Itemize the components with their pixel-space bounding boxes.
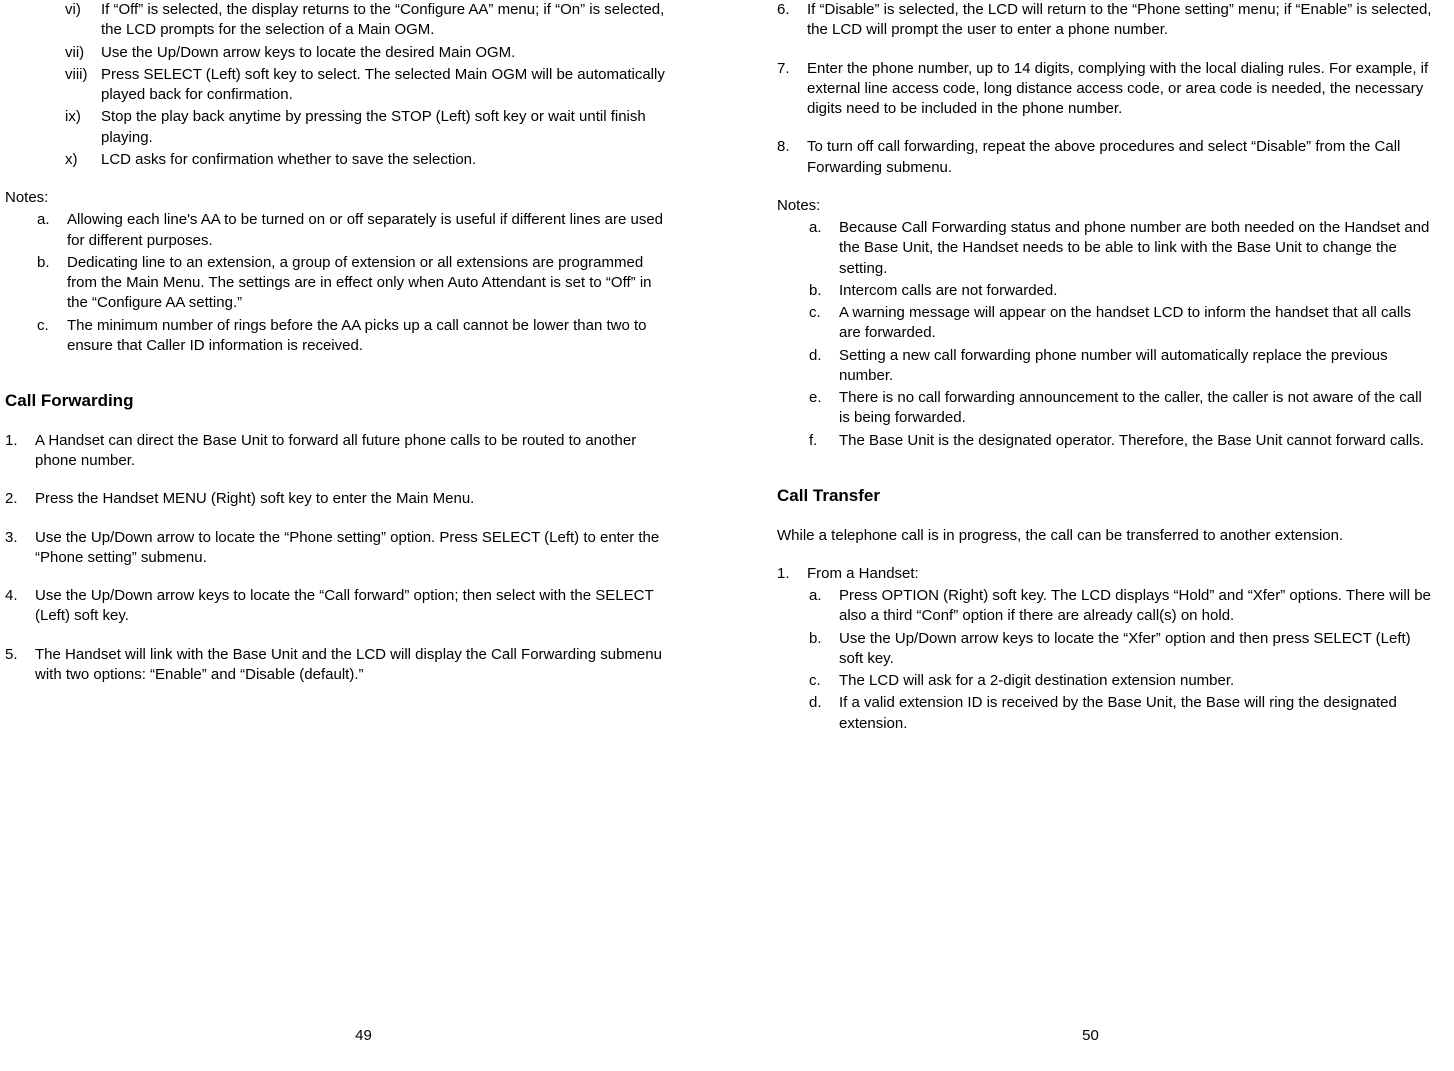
notes-label: Notes:: [5, 188, 667, 208]
roman-list: vi)If “Off” is selected, the display ret…: [65, 0, 667, 170]
list-item: a.Press OPTION (Right) soft key. The LCD…: [809, 586, 1434, 627]
list-item: 5.The Handset will link with the Base Un…: [5, 645, 667, 686]
list-item: 3.Use the Up/Down arrow to locate the “P…: [5, 528, 667, 569]
notes-label: Notes:: [777, 196, 1434, 216]
list-item: d.Setting a new call forwarding phone nu…: [777, 346, 1434, 387]
list-item: e.There is no call forwarding announceme…: [777, 388, 1434, 429]
list-item: viii)Press SELECT (Left) soft key to sel…: [65, 65, 667, 106]
list-item: 1.From a Handset:: [777, 564, 1434, 584]
list-item: b.Dedicating line to an extension, a gro…: [5, 253, 667, 314]
list-item: 2.Press the Handset MENU (Right) soft ke…: [5, 489, 667, 509]
list-item: f.The Base Unit is the designated operat…: [777, 431, 1434, 451]
list-item: c.The minimum number of rings before the…: [5, 316, 667, 357]
page-right: 6.If “Disable” is selected, the LCD will…: [727, 0, 1454, 1071]
heading-call-transfer: Call Transfer: [777, 485, 1434, 508]
list-item: ix)Stop the play back anytime by pressin…: [65, 107, 667, 148]
list-item: b.Intercom calls are not forwarded.: [777, 281, 1434, 301]
list-item: c.A warning message will appear on the h…: [777, 303, 1434, 344]
list-item: 4.Use the Up/Down arrow keys to locate t…: [5, 586, 667, 627]
steps-list: 1.From a Handset:: [777, 564, 1434, 584]
list-item: vii)Use the Up/Down arrow keys to locate…: [65, 43, 667, 63]
steps-list-cont: 6.If “Disable” is selected, the LCD will…: [777, 0, 1434, 178]
notes-list: a.Allowing each line's AA to be turned o…: [5, 210, 667, 356]
list-item: d.If a valid extension ID is received by…: [809, 693, 1434, 734]
list-item: c.The LCD will ask for a 2-digit destina…: [809, 671, 1434, 691]
list-item: b.Use the Up/Down arrow keys to locate t…: [809, 629, 1434, 670]
page-number: 49: [0, 1026, 727, 1046]
page-number: 50: [727, 1026, 1454, 1046]
notes-list: a.Because Call Forwarding status and pho…: [777, 218, 1434, 451]
list-item: 1.A Handset can direct the Base Unit to …: [5, 431, 667, 472]
list-item: a.Allowing each line's AA to be turned o…: [5, 210, 667, 251]
sub-list: a.Press OPTION (Right) soft key. The LCD…: [809, 586, 1434, 734]
list-item: 6.If “Disable” is selected, the LCD will…: [777, 0, 1434, 41]
list-item: 7.Enter the phone number, up to 14 digit…: [777, 59, 1434, 120]
document-spread: vi)If “Off” is selected, the display ret…: [0, 0, 1454, 1071]
list-item: vi)If “Off” is selected, the display ret…: [65, 0, 667, 41]
heading-call-forwarding: Call Forwarding: [5, 390, 667, 413]
list-item: x)LCD asks for confirmation whether to s…: [65, 150, 667, 170]
steps-list: 1.A Handset can direct the Base Unit to …: [5, 431, 667, 685]
intro-paragraph: While a telephone call is in progress, t…: [777, 526, 1434, 546]
page-left: vi)If “Off” is selected, the display ret…: [0, 0, 727, 1071]
list-item: 8.To turn off call forwarding, repeat th…: [777, 137, 1434, 178]
list-item: a.Because Call Forwarding status and pho…: [777, 218, 1434, 279]
